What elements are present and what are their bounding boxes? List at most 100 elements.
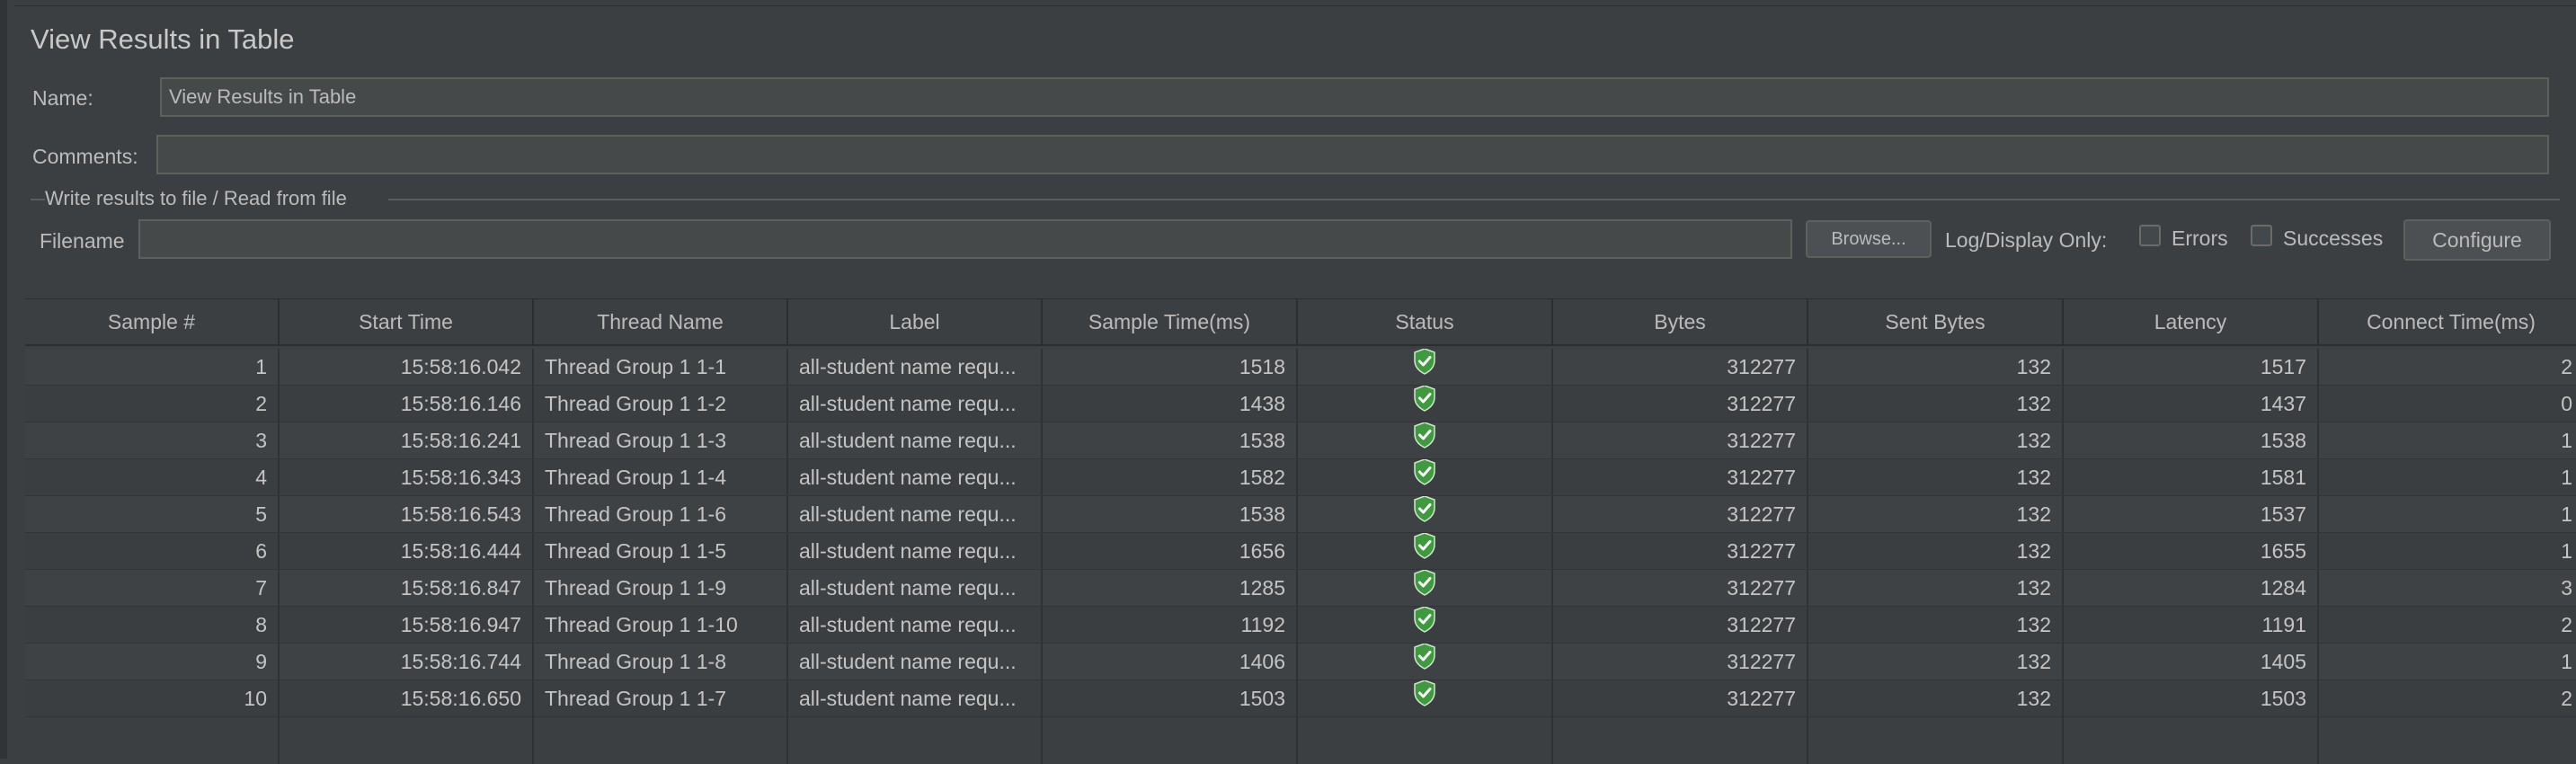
cell-status	[1298, 386, 1553, 422]
column-header-bytes[interactable]: Bytes	[1553, 299, 1808, 344]
column-header-sample-time[interactable]: Sample Time(ms)	[1043, 299, 1298, 344]
cell-latency: 1284	[2064, 570, 2319, 606]
cell-latency: 1405	[2064, 644, 2319, 680]
table-body: 1 15:58:16.042 Thread Group 1 1-1 all-stude…	[25, 349, 2576, 717]
cell-bytes: 312277	[1553, 570, 1808, 606]
cell-sent-bytes: 132	[1808, 644, 2064, 680]
comments-label: Comments:	[32, 145, 138, 168]
cell-start-time: 15:58:16.444	[280, 533, 534, 569]
cell-sent-bytes: 132	[1808, 459, 2064, 495]
cell-status	[1298, 533, 1553, 569]
cell-sent-bytes: 132	[1808, 349, 2064, 385]
errors-checkbox[interactable]	[2139, 225, 2161, 246]
column-header-sent-bytes[interactable]: Sent Bytes	[1808, 299, 2064, 344]
cell-sample-time: 1192	[1043, 607, 1298, 643]
cell-connect-time: 1	[2561, 429, 2572, 452]
column-header-label[interactable]: Label	[788, 299, 1043, 344]
success-shield-icon	[1413, 607, 1436, 643]
cell-thread-name: Thread Group 1 1-5	[534, 533, 788, 569]
configure-button[interactable]: Configure	[2403, 219, 2551, 261]
cell-connect-time: 2	[2561, 355, 2572, 378]
cell-sample-number: 1	[25, 349, 280, 385]
table-row[interactable]: 5 15:58:16.543 Thread Group 1 1-6 all-stude…	[25, 496, 2576, 533]
success-shield-icon	[1413, 533, 1436, 569]
cell-latency: 1581	[2064, 459, 2319, 495]
cell-start-time: 15:58:16.146	[280, 386, 534, 422]
cell-sample-time: 1656	[1043, 533, 1298, 569]
cell-latency: 1538	[2064, 422, 2319, 458]
cell-latency: 1517	[2064, 349, 2319, 385]
cell-sample-time: 1538	[1043, 422, 1298, 458]
results-table-panel: View Results in Table Name: Comments: Wr…	[0, 0, 2576, 764]
cell-sample-time: 1518	[1043, 349, 1298, 385]
cell-thread-name: Thread Group 1 1-1	[534, 349, 788, 385]
cell-sample-number: 8	[25, 607, 280, 643]
cell-connect-time: 2	[2561, 613, 2572, 636]
cell-connect-time: 1	[2561, 539, 2572, 563]
cell-sample-number: 6	[25, 533, 280, 569]
cell-bytes: 312277	[1553, 386, 1808, 422]
table-row[interactable]: 9 15:58:16.744 Thread Group 1 1-8 all-stude…	[25, 644, 2576, 680]
column-header-connect-time[interactable]: Connect Time(ms)	[2319, 299, 2576, 344]
table-row[interactable]: 7 15:58:16.847 Thread Group 1 1-9 all-stude…	[25, 570, 2576, 607]
cell-connect-time: 0	[2561, 392, 2572, 415]
column-header-thread-name[interactable]: Thread Name	[534, 299, 788, 344]
success-shield-icon	[1413, 644, 1436, 680]
cell-sample-number: 4	[25, 459, 280, 495]
cell-status	[1298, 607, 1553, 643]
cell-latency: 1191	[2064, 607, 2319, 643]
table-row[interactable]: 2 15:58:16.146 Thread Group 1 1-2 all-stude…	[25, 386, 2576, 422]
column-header-sample-number[interactable]: Sample #	[25, 299, 280, 344]
column-header-latency[interactable]: Latency	[2064, 299, 2319, 344]
cell-sample-time: 1406	[1043, 644, 1298, 680]
cell-start-time: 15:58:16.847	[280, 570, 534, 606]
cell-label: all-student name requ...	[788, 570, 1043, 606]
filename-label: Filename	[40, 229, 125, 253]
cell-sample-number: 9	[25, 644, 280, 680]
fieldset-border	[388, 199, 2560, 200]
top-divider	[14, 0, 2576, 6]
cell-thread-name: Thread Group 1 1-9	[534, 570, 788, 606]
log-display-label: Log/Display Only:	[1945, 228, 2108, 252]
cell-label: all-student name requ...	[788, 349, 1043, 385]
name-field[interactable]	[160, 77, 2549, 117]
cell-bytes: 312277	[1553, 533, 1808, 569]
cell-thread-name: Thread Group 1 1-2	[534, 386, 788, 422]
column-header-start-time[interactable]: Start Time	[280, 299, 534, 344]
column-header-status[interactable]: Status	[1298, 299, 1553, 344]
table-row[interactable]: 3 15:58:16.241 Thread Group 1 1-3 all-stude…	[25, 422, 2576, 459]
cell-sample-number: 2	[25, 386, 280, 422]
table-row[interactable]: 1 15:58:16.042 Thread Group 1 1-1 all-stude…	[25, 349, 2576, 386]
cell-thread-name: Thread Group 1 1-10	[534, 607, 788, 643]
table-row[interactable]: 8 15:58:16.947 Thread Group 1 1-10 all-stud…	[25, 607, 2576, 644]
cell-label: all-student name requ...	[788, 386, 1043, 422]
filename-field[interactable]	[138, 219, 1792, 259]
cell-label: all-student name requ...	[788, 496, 1043, 532]
cell-bytes: 312277	[1553, 459, 1808, 495]
cell-bytes: 312277	[1553, 349, 1808, 385]
cell-status	[1298, 644, 1553, 680]
comments-field[interactable]	[156, 135, 2549, 174]
cell-start-time: 15:58:16.947	[280, 607, 534, 643]
cell-connect-time: 1	[2561, 502, 2572, 526]
browse-button[interactable]: Browse...	[1806, 220, 1932, 258]
success-shield-icon	[1413, 349, 1436, 385]
cell-sent-bytes: 132	[1808, 607, 2064, 643]
cell-start-time: 15:58:16.744	[280, 644, 534, 680]
file-section-title: Write results to file / Read from file	[45, 187, 347, 209]
cell-bytes: 312277	[1553, 422, 1808, 458]
table-row[interactable]: 4 15:58:16.343 Thread Group 1 1-4 all-stude…	[25, 459, 2576, 496]
cell-label: all-student name requ...	[788, 459, 1043, 495]
cell-sample-time: 1538	[1043, 496, 1298, 532]
successes-checkbox[interactable]	[2251, 225, 2272, 246]
table-row[interactable]: 6 15:58:16.444 Thread Group 1 1-5 all-stude…	[25, 533, 2576, 570]
cell-thread-name: Thread Group 1 1-6	[534, 496, 788, 532]
table-header: Sample # Start Time Thread Name Label Sa…	[25, 299, 2576, 346]
name-label: Name:	[32, 86, 93, 110]
cell-status	[1298, 422, 1553, 458]
cell-sent-bytes: 132	[1808, 386, 2064, 422]
cell-sent-bytes: 132	[1808, 496, 2064, 532]
cell-latency: 1655	[2064, 533, 2319, 569]
cell-status	[1298, 349, 1553, 385]
fieldset-border	[31, 199, 45, 200]
